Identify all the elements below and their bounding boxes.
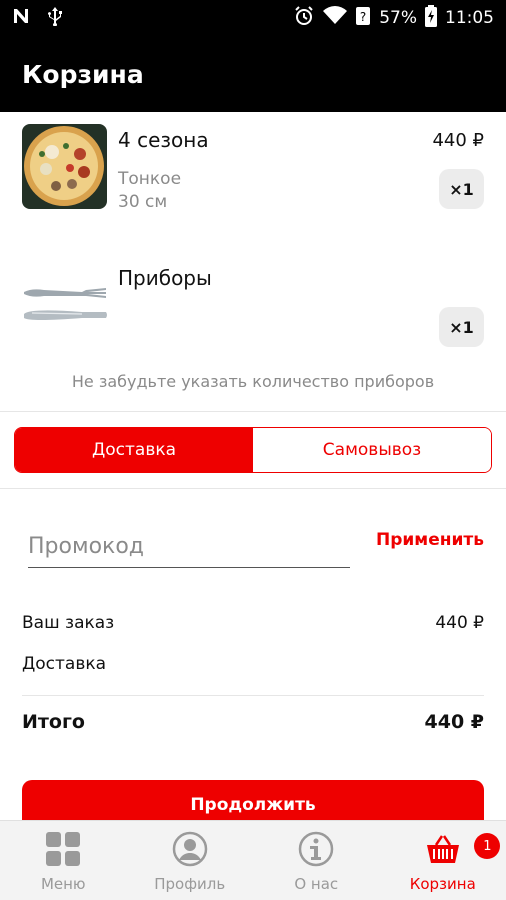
nfc-icon [12,7,30,30]
page-title: Корзина [22,59,144,89]
item-crust: Тонкое [118,169,182,189]
alarm-icon [293,5,315,32]
divider [22,695,484,696]
nav-menu-label: Меню [40,875,86,893]
nav-cart-label: Корзина [409,875,476,893]
delivery-label: Доставка [22,654,107,674]
quantity-button[interactable]: ×1 [439,169,484,209]
svg-text:?: ? [360,10,366,24]
promo-code-input[interactable] [28,526,350,568]
divider [0,411,506,412]
quantity-button[interactable]: ×1 [439,307,484,347]
divider [0,488,506,489]
status-bar: ? 57% 11:05 [0,0,506,36]
bottom-navigation: Меню Профиль О нас Корзина 1 [0,820,506,900]
cutlery-hint: Не забудьте указать количество приборов [71,372,435,391]
nav-about-label: О нас [294,875,339,893]
total-label: Итого [22,711,85,733]
nav-profile[interactable]: Профиль [127,821,254,900]
nav-about[interactable]: О нас [253,821,380,900]
usb-icon [46,6,64,31]
nav-profile-label: Профиль [154,875,226,893]
total-value: 440 ₽ [424,711,485,733]
tab-delivery[interactable]: Доставка [15,428,253,472]
cutlery-image [22,262,107,347]
battery-percent: 57% [379,8,417,28]
delivery-segmented-control: Доставка Самовывоз [14,427,492,473]
basket-icon [425,831,461,871]
cart-item: 4 сезона 440 ₽ Тонкое 30 см ×1 [0,112,506,232]
tab-pickup[interactable]: Самовывоз [253,428,491,472]
grid-icon [45,831,81,871]
item-price: 440 ₽ [432,130,484,151]
cart-count-badge: 1 [474,833,501,859]
wifi-icon [323,5,348,31]
order-label: Ваш заказ [22,613,115,633]
pizza-image [22,124,107,209]
item-name: 4 сезона [118,128,209,152]
apply-promo-button[interactable]: Применить [376,530,484,550]
nav-menu[interactable]: Меню [0,821,127,900]
signal-icon: ? [355,6,371,31]
app-bar: Корзина [0,36,506,112]
order-row: Ваш заказ 440 ₽ [22,613,484,633]
total-row: Итого 440 ₽ [22,711,484,733]
item-size: 30 см [118,192,168,212]
cart-item: Приборы ×1 [0,250,506,360]
order-value: 440 ₽ [435,613,484,633]
battery-icon [425,4,437,32]
profile-icon [172,831,208,871]
clock: 11:05 [445,8,494,28]
item-name: Приборы [118,266,212,290]
delivery-row: Доставка [22,654,484,674]
nav-cart[interactable]: Корзина 1 [380,821,506,900]
info-icon [298,831,334,871]
